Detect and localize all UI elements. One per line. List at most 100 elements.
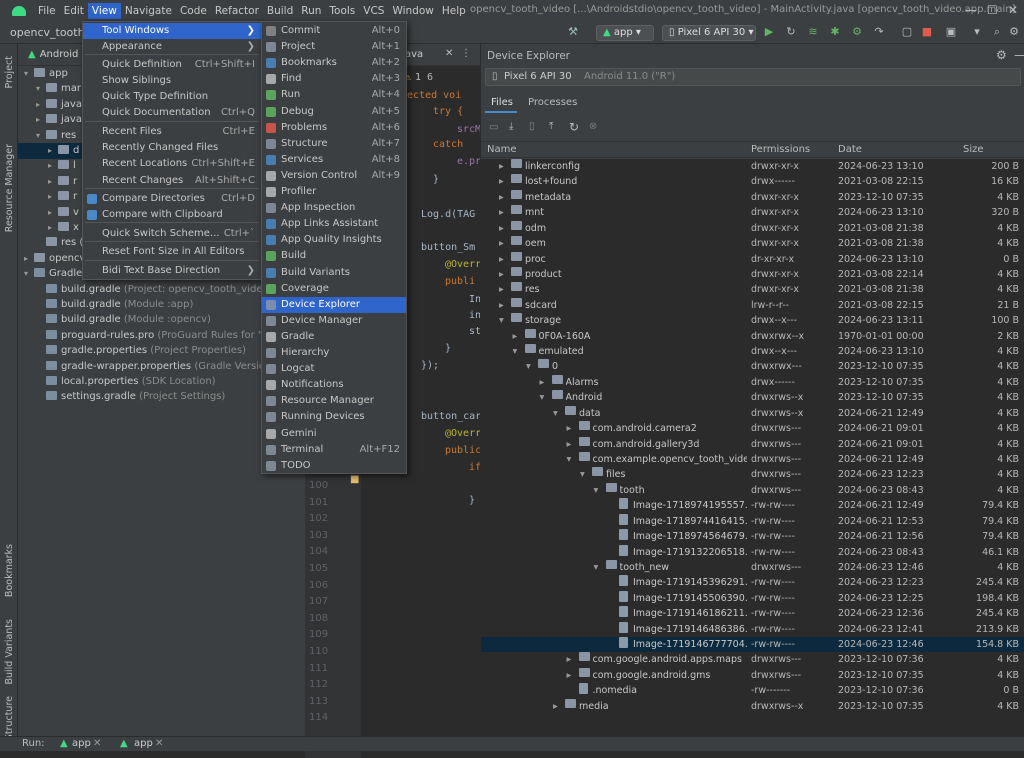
menu-edit[interactable]: Edit bbox=[60, 3, 88, 19]
expand-icon[interactable]: ▸ bbox=[567, 437, 572, 452]
close-icon[interactable]: ✕ bbox=[1008, 3, 1018, 17]
collapse-icon[interactable]: ▾ bbox=[526, 359, 531, 374]
profiler-icon[interactable]: ≋ bbox=[806, 25, 820, 39]
file-row[interactable]: ▾ Android drwxrws--x 2023-12-10 07:35 4 KB bbox=[481, 390, 1024, 405]
refresh-icon[interactable]: ↻ bbox=[569, 120, 579, 134]
tab-close-icon[interactable]: ✕ bbox=[445, 48, 453, 59]
tool-window-item[interactable]: Debug Alt+5 bbox=[262, 104, 406, 120]
tool-window-item[interactable]: App Quality Insights bbox=[262, 232, 406, 248]
tree-toggle-icon[interactable]: ▸ bbox=[48, 220, 58, 236]
file-row[interactable]: ▸ metadata drwxr-xr-x 2023-12-10 07:35 4 KB bbox=[481, 189, 1024, 205]
file-row[interactable]: ▸ odm drwxr-xr-x 2021-03-08 21:38 4 KB bbox=[481, 220, 1024, 236]
file-row[interactable]: Image-1719132206518.j -rw-rw---- 2024-06-2… bbox=[481, 544, 1024, 560]
tool-window-item[interactable]: Terminal Alt+F12 bbox=[262, 442, 406, 458]
collapse-icon[interactable]: ▾ bbox=[580, 467, 585, 482]
code-line[interactable]: button_Sm bbox=[421, 242, 475, 253]
expand-icon[interactable]: ▸ bbox=[499, 267, 504, 282]
device-select[interactable]: ▯ Pixel 6 API 30 ▾ bbox=[662, 25, 756, 41]
expand-icon[interactable]: ▸ bbox=[499, 282, 504, 297]
tree-toggle-icon[interactable]: ▸ bbox=[48, 205, 58, 221]
tree-toggle-icon[interactable]: ▸ bbox=[36, 97, 46, 113]
tool-window-item[interactable]: Running Devices bbox=[262, 409, 406, 425]
explorer-settings-icon[interactable]: ⚙ bbox=[996, 48, 1007, 62]
file-row[interactable]: .nomedia -rw------- 2023-12-10 07:36 0 B bbox=[481, 683, 1024, 698]
menu-run[interactable]: Run bbox=[297, 3, 325, 19]
sdk-icon[interactable]: ▾ bbox=[970, 25, 984, 39]
file-row[interactable]: ▾ tooth_new drwxrws--- 2024-06-23 12:46 4 KB bbox=[481, 559, 1024, 575]
code-line[interactable]: publi bbox=[445, 276, 475, 287]
file-row[interactable]: ▸ com.android.camera2 drwxrws--- 2024-06-21… bbox=[481, 421, 1024, 436]
device-select[interactable]: ▯ Pixel 6 API 30 Android 11.0 ("R") bbox=[485, 68, 1021, 86]
tool-window-item[interactable]: Hierarchy bbox=[262, 345, 406, 361]
code-line[interactable]: e.pr bbox=[457, 156, 481, 167]
file-row[interactable]: ▸ res drwxr-xr-x 2021-03-08 21:38 4 KB bbox=[481, 282, 1024, 297]
run-tab-app-2[interactable]: app bbox=[134, 738, 153, 749]
tool-window-resource-manager[interactable]: Resource Manager bbox=[4, 144, 15, 232]
menu-build[interactable]: Build bbox=[263, 3, 297, 19]
tool-window-item[interactable]: Gemini bbox=[262, 426, 406, 442]
expand-icon[interactable]: ▸ bbox=[499, 190, 504, 205]
collapse-icon[interactable]: ▾ bbox=[553, 406, 558, 421]
file-row[interactable]: ▸ mnt drwxr-xr-x 2024-06-23 13:10 320 B bbox=[481, 205, 1024, 220]
col-name[interactable]: Name bbox=[487, 144, 517, 155]
close-run-tab-icon[interactable]: ✕ bbox=[93, 738, 101, 749]
minimize-icon[interactable]: — bbox=[965, 3, 977, 17]
code-line[interactable]: button_car bbox=[421, 411, 481, 422]
tool-window-item[interactable]: Build bbox=[262, 248, 406, 264]
code-line[interactable]: } bbox=[445, 343, 451, 354]
code-line[interactable]: } bbox=[469, 495, 475, 506]
expand-icon[interactable]: ▸ bbox=[567, 668, 572, 683]
file-row[interactable]: ▸ linkerconfig drwxr-xr-x 2024-06-23 13:10 2… bbox=[481, 159, 1024, 174]
tool-window-item[interactable]: Commit Alt+0 bbox=[262, 23, 406, 39]
tool-window-item[interactable]: Structure Alt+7 bbox=[262, 136, 406, 152]
tree-toggle-icon[interactable]: ▸ bbox=[24, 251, 34, 267]
menu-window[interactable]: Window bbox=[388, 3, 437, 19]
expand-icon[interactable]: ▸ bbox=[567, 652, 572, 667]
tool-window-item[interactable]: Profiler bbox=[262, 184, 406, 200]
view-menu-item[interactable]: Bidi Text Base Direction ❯ bbox=[83, 263, 261, 279]
file-row[interactable]: Image-1719146186211.j -rw-rw---- 2024-06-2… bbox=[481, 606, 1024, 621]
file-row[interactable]: ▸ Alarms drwx------ 2023-12-10 07:35 4 KB bbox=[481, 374, 1024, 390]
view-menu-item[interactable]: Compare Directories Ctrl+D bbox=[83, 191, 261, 207]
file-row[interactable]: ▸ com.google.android.gms drwxrws--- 2023-12… bbox=[481, 667, 1024, 683]
tab-files[interactable]: Files bbox=[491, 97, 513, 108]
tool-window-item[interactable]: Run Alt+4 bbox=[262, 87, 406, 103]
project-view-select[interactable]: Android bbox=[40, 49, 79, 60]
file-row[interactable]: ▾ emulated drwx--x--- 2024-06-23 13:10 4 KB bbox=[481, 344, 1024, 359]
file-row[interactable]: Image-1718974564679.j -rw-rw---- 2024-06-2… bbox=[481, 529, 1024, 544]
file-row[interactable]: ▸ sdcard lrw-r--r-- 2021-03-08 22:15 21 B bbox=[481, 297, 1024, 313]
expand-icon[interactable]: ▸ bbox=[540, 375, 545, 390]
view-menu-item[interactable]: Quick Documentation Ctrl+Q bbox=[83, 105, 261, 121]
tool-window-item[interactable]: App Links Assistant bbox=[262, 216, 406, 232]
tree-toggle-icon[interactable]: ▸ bbox=[48, 189, 58, 205]
file-row[interactable]: Image-1719146486386.j -rw-rw---- 2024-06-2… bbox=[481, 621, 1024, 637]
cancel-icon[interactable]: ⊗ bbox=[589, 121, 597, 132]
collapse-icon[interactable]: ▾ bbox=[594, 483, 599, 498]
menu-vcs[interactable]: VCS bbox=[359, 3, 388, 19]
file-row[interactable]: ▸ oem drwxr-xr-x 2021-03-08 21:38 4 KB bbox=[481, 236, 1024, 251]
file-row[interactable]: Image-1718974416415.j -rw-rw---- 2024-06-2… bbox=[481, 513, 1024, 529]
tool-window-item[interactable]: Project Alt+1 bbox=[262, 39, 406, 55]
file-row[interactable]: ▸ com.google.android.apps.maps drwxrws--- 2… bbox=[481, 652, 1024, 667]
tree-toggle-icon[interactable]: ▸ bbox=[48, 143, 58, 159]
tree-toggle-icon[interactable]: ▾ bbox=[24, 66, 34, 82]
file-row[interactable]: ▸ com.android.gallery3d drwxrws--- 2024-06-… bbox=[481, 436, 1024, 452]
file-row[interactable]: ▸ product drwxr-xr-x 2021-03-08 22:14 4 KB bbox=[481, 266, 1024, 282]
device-mirror-icon[interactable]: ▣ bbox=[944, 25, 958, 39]
view-menu-item[interactable]: Tool Windows ❯ bbox=[83, 23, 261, 39]
view-menu-item[interactable]: Quick Type Definition bbox=[83, 89, 261, 105]
view-menu-item[interactable]: Recent Changes Alt+Shift+C bbox=[83, 173, 261, 189]
menu-tools[interactable]: Tools bbox=[325, 3, 359, 19]
expand-icon[interactable]: ▸ bbox=[499, 298, 504, 313]
file-row[interactable]: Image-1719145506390.j -rw-rw---- 2024-06-2… bbox=[481, 590, 1024, 606]
run-icon[interactable]: ▶ bbox=[762, 25, 776, 39]
run-config-select[interactable]: ▲ app ▾ bbox=[596, 25, 654, 41]
tool-window-build-variants[interactable]: Build Variants bbox=[4, 619, 15, 685]
view-menu-item[interactable]: Recent Locations Ctrl+Shift+E bbox=[83, 156, 261, 172]
file-row[interactable]: ▾ files drwxrws--- 2024-06-23 12:23 4 KB bbox=[481, 467, 1024, 482]
code-line[interactable]: catch bbox=[433, 139, 463, 150]
tool-window-item[interactable]: App Inspection bbox=[262, 200, 406, 216]
tool-window-item[interactable]: Device Manager bbox=[262, 313, 406, 329]
new-icon[interactable]: ▭ bbox=[489, 122, 498, 133]
code-line[interactable]: try { bbox=[433, 106, 463, 117]
